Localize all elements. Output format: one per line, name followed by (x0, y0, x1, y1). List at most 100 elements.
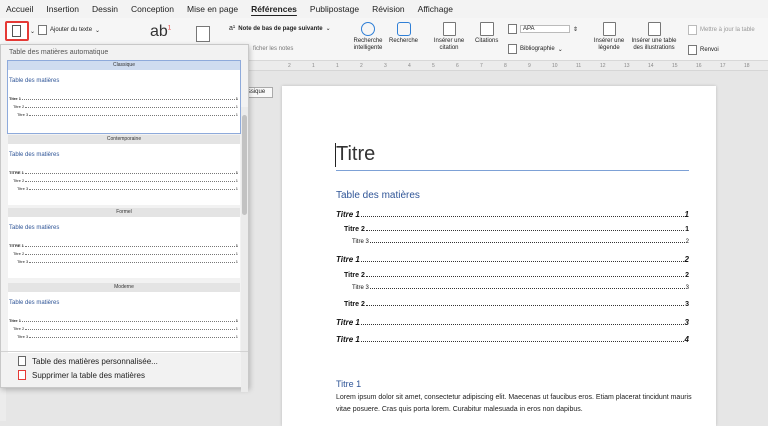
scrollbar-thumb[interactable] (242, 115, 247, 215)
toc-page-number: 1 (685, 226, 689, 233)
tab-conception[interactable]: Conception (131, 4, 174, 14)
custom-toc-label: Table des matières personnalisée... (32, 356, 158, 366)
dot-leader (25, 254, 235, 255)
toc-entry[interactable]: Titre 1 3 (336, 318, 689, 327)
bibliography-button[interactable]: Bibliographie ⌄ (508, 44, 563, 54)
toc-style-moderne[interactable]: Moderne Table des matières Titre 1 1 Titre 2… (8, 283, 240, 353)
dot-leader (25, 329, 235, 330)
gallery-toc-page: 1 (235, 318, 238, 323)
update-icon (688, 25, 697, 35)
gallery-item-title: Classique (8, 61, 240, 70)
tab-revision[interactable]: Révision (372, 4, 405, 14)
toc-entry-text: Titre 1 (336, 255, 360, 264)
dot-leader (365, 276, 685, 277)
toc-chevron-down-icon[interactable]: ⌄ (30, 28, 35, 35)
show-notes-button[interactable]: ficher les notes (253, 46, 293, 52)
remove-toc-item[interactable]: Supprimer la table des matières (18, 370, 145, 380)
custom-toc-item[interactable]: Table des matières personnalisée... (18, 356, 158, 366)
document-title[interactable]: Titre (336, 143, 375, 166)
toc-entry-text: Titre 1 (336, 318, 360, 327)
tab-publipostage[interactable]: Publipostage (310, 4, 359, 14)
body-paragraph[interactable]: Lorem ipsum dolor sit amet, consectetur … (336, 392, 696, 416)
tab-accueil[interactable]: Accueil (6, 4, 33, 14)
toc-style-formel[interactable]: Formel Table des matières TITRE 1 1 Titre 2 1… (8, 208, 240, 278)
insert-table-figures-button[interactable]: Insérer une table des illustrations (626, 22, 682, 52)
toc-entry[interactable]: Titre 2 1 (344, 226, 689, 233)
title-underline (336, 170, 689, 171)
dot-leader (21, 99, 235, 100)
tab-references[interactable]: Références (251, 4, 297, 14)
heading-1[interactable]: Titre 1 (336, 379, 361, 389)
cross-reference-button[interactable]: Renvoi (688, 45, 719, 55)
gallery-header: Table des matières automatique (9, 49, 109, 56)
gallery-toc-entry: Titre 3 (17, 112, 29, 117)
document-icon (18, 356, 26, 366)
insert-caption-button[interactable]: Insérer une légende (592, 22, 626, 52)
next-footnote-label: Note de bas de page suivante (238, 25, 323, 32)
tab-insertion[interactable]: Insertion (46, 4, 79, 14)
dot-leader (29, 115, 235, 116)
remove-toc-label: Supprimer la table des matières (32, 370, 145, 380)
toc-entry[interactable]: Titre 1 1 (336, 210, 689, 219)
toc-entry[interactable]: Titre 1 2 (336, 255, 689, 264)
next-footnote-button[interactable]: a¹ Note de bas de page suivante ⌄ (229, 25, 331, 32)
gallery-toc-heading: Table des matières (9, 152, 60, 158)
toc-entry[interactable]: Titre 2 3 (344, 301, 689, 308)
gallery-toc-page: 1 (235, 96, 238, 101)
footnote-sup: 1 (167, 25, 172, 32)
lightbulb-icon (361, 22, 375, 36)
tab-dessin[interactable]: Dessin (92, 4, 118, 14)
ruler-tick: 17 (720, 63, 726, 69)
add-text-button[interactable]: Ajouter du texte ⌄ (38, 25, 100, 35)
toc-heading[interactable]: Table des matières (336, 190, 420, 201)
gallery-toc-line: Titre 2 1 (13, 177, 238, 183)
ruler-tick: 1 (312, 63, 315, 69)
gallery-toc-entry: Titre 3 (17, 259, 29, 264)
gallery-scrollbar[interactable] (241, 107, 248, 392)
document-page[interactable]: Titre Table des matières Titre 1 1 Titre 2… (282, 86, 716, 426)
insert-citation-button[interactable]: Insérer une citation (432, 22, 466, 52)
toc-button[interactable] (5, 21, 29, 41)
citations-button[interactable]: Citations (475, 22, 498, 45)
gallery-toc-entry: Titre 2 (13, 251, 25, 256)
gallery-toc-page: 1 (235, 170, 238, 175)
ruler-tick: 5 (432, 63, 435, 69)
toc-entry[interactable]: Titre 1 4 (336, 335, 689, 344)
toc-page-number: 3 (685, 301, 689, 308)
update-table-button[interactable]: Mettre à jour la table (688, 25, 755, 35)
horizontal-ruler[interactable]: 2 1 1 2 3 4 5 6 7 8 9 10 11 12 13 14 15 16 17 18 (248, 61, 768, 71)
gallery-toc-page: 1 (235, 334, 238, 339)
gallery-toc-line: Titre 3 1 (17, 185, 238, 191)
citation-style-select[interactable]: APA ⇕ (508, 24, 578, 34)
gallery-item-title: Formel (8, 208, 240, 217)
add-text-label: Ajouter du texte (50, 27, 93, 33)
toc-style-contemporaine[interactable]: Contemporaine Table des matières TITRE 11T… (8, 135, 240, 205)
smart-search-button[interactable]: Recherche intelligente (350, 22, 386, 52)
gallery-toc-line: Titre 1 1 (9, 95, 238, 101)
dot-leader (360, 341, 684, 342)
citations-icon (479, 22, 494, 36)
ruler-tick: 18 (744, 63, 750, 69)
gallery-toc-entry: Titre 2 (13, 104, 25, 109)
tab-affichage[interactable]: Affichage (418, 4, 453, 14)
toc-entry[interactable]: Titre 2 2 (344, 272, 689, 279)
toc-page-number: 1 (684, 210, 689, 219)
endnote-icon[interactable] (196, 26, 210, 42)
toc-entry[interactable]: Titre 3 3 (352, 285, 689, 291)
stepper-icon: ⇕ (573, 26, 579, 33)
dot-leader (29, 262, 235, 263)
gallery-toc-line: Titre 1 1 (9, 317, 238, 323)
bibliography-label: Bibliographie (520, 46, 555, 52)
gallery-toc-line: Titre 2 1 (13, 325, 238, 331)
search-button[interactable]: Recherche (389, 22, 418, 45)
gallery-toc-page: 1 (235, 243, 238, 248)
gallery-toc-heading: Table des matières (9, 78, 60, 84)
gallery-toc-page: 1 (235, 251, 238, 256)
gallery-toc-entry: TITRE 1 (9, 243, 24, 248)
toc-style-classique[interactable]: Classique Table des matières Titre 1 1 Titre… (7, 60, 241, 134)
footnote-ab-label: ab (150, 23, 168, 40)
toc-entry[interactable]: Titre 3 2 (352, 239, 689, 245)
insert-footnote-button[interactable]: ab1 (150, 23, 171, 41)
dot-leader (369, 288, 685, 289)
tab-mise-en-page[interactable]: Mise en page (187, 4, 238, 14)
